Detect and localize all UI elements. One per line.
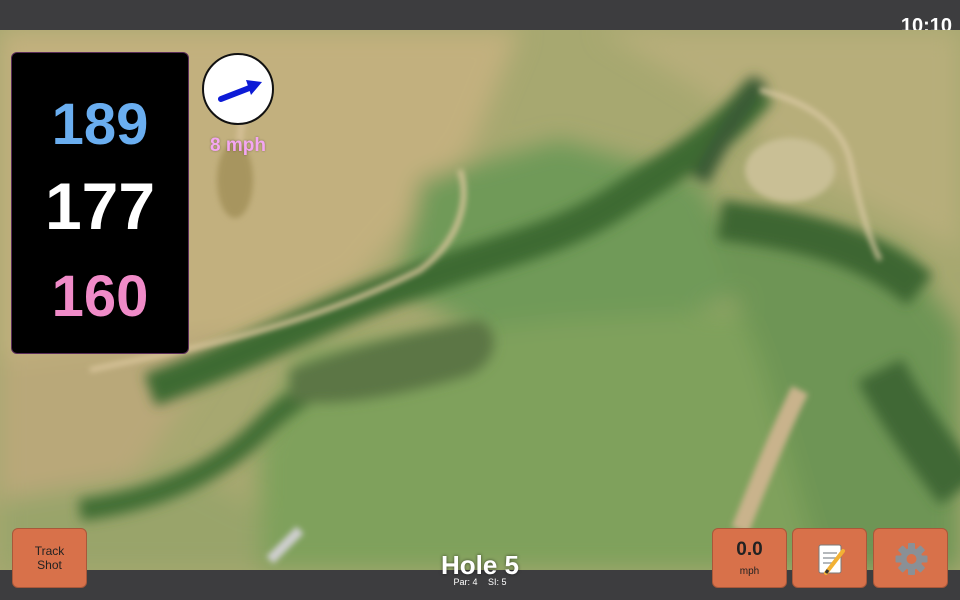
wind-indicator bbox=[202, 53, 274, 125]
notes-button[interactable] bbox=[792, 528, 867, 588]
hole-title: Hole 5 bbox=[440, 550, 520, 580]
wind-speed: 8 mph bbox=[210, 135, 266, 156]
hole-info: Par: 4 SI: 5 bbox=[380, 577, 580, 588]
speed-button[interactable]: 0.0 mph bbox=[712, 528, 787, 588]
track-shot-label: Track Shot bbox=[34, 544, 65, 572]
middle-distance: 177 bbox=[44, 169, 156, 243]
stroke-index-label: SI: 5 bbox=[488, 577, 507, 587]
track-shot-button[interactable]: Track Shot bbox=[12, 528, 87, 588]
speed-unit: mph bbox=[739, 566, 760, 577]
back-distance: 189 bbox=[51, 92, 149, 157]
settings-button[interactable] bbox=[873, 528, 948, 588]
distance-panel: 189 177 160 bbox=[11, 52, 189, 354]
speed-value: 0.0 bbox=[736, 539, 763, 560]
arrow-icon bbox=[218, 80, 262, 102]
gear-icon bbox=[895, 543, 928, 575]
notepad-icon bbox=[818, 544, 845, 575]
par-label: Par: 4 bbox=[453, 577, 478, 587]
status-bar bbox=[0, 0, 960, 30]
satellite-map[interactable]: 189 177 160 8 mph bbox=[0, 30, 960, 570]
front-distance: 160 bbox=[51, 264, 149, 329]
